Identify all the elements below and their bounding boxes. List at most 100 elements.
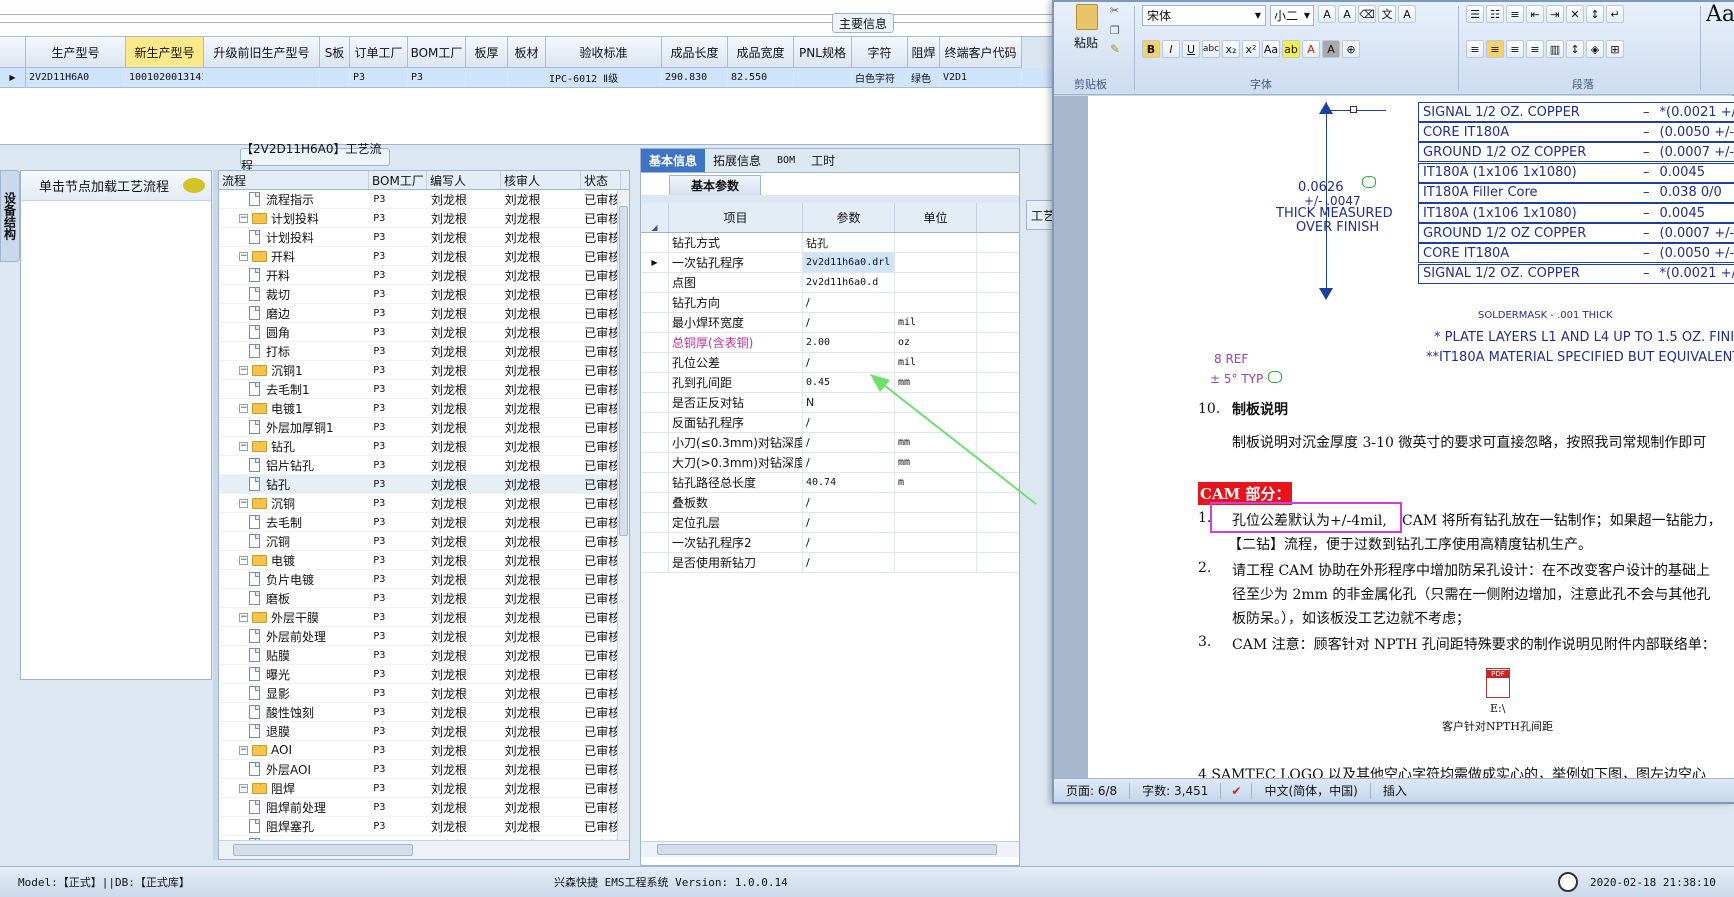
tree-node[interactable]: 沉铜 [219,533,368,550]
tree-row[interactable]: − 电镀1 P3 刘龙根 刘龙根 已审核 [219,399,619,418]
param-value[interactable]: / [803,533,895,552]
justify-icon[interactable]: ≡ [1526,40,1544,58]
column-header[interactable]: PNL规格 [794,37,852,68]
column-header[interactable]: 新生产型号 [126,37,204,68]
tree-node[interactable]: 负片电镀 [219,571,368,588]
bold-icon[interactable]: B [1142,40,1160,58]
param-value[interactable]: 2v2d11h6a0.d [803,273,895,292]
underline-icon[interactable]: U [1182,40,1200,58]
params-hscroll[interactable] [641,841,1019,857]
column-header[interactable]: 成品长度 [662,37,728,68]
cell[interactable]: 2V2D11H6A0 [26,68,126,87]
param-value[interactable]: / [803,553,895,572]
cell[interactable]: 绿色 [908,68,940,87]
tree-node[interactable]: − 电镀 [219,552,368,569]
tree-hscroll[interactable] [219,840,629,859]
tree-row[interactable]: 阻焊前处理 P3 刘龙根 刘龙根 已审核 [219,798,619,817]
cell[interactable]: 白色字符 [852,68,908,87]
paste-icon[interactable] [1076,4,1098,30]
column-header[interactable]: 终端客户代码 [940,37,1022,68]
tree-row[interactable]: 阻焊塞孔 P3 刘龙根 刘龙根 已审核 [219,817,619,836]
tree-row[interactable]: 显影 P3 刘龙根 刘龙根 已审核 [219,684,619,703]
tree-row[interactable]: 退膜 P3 刘龙根 刘龙根 已审核 [219,722,619,741]
tree-node[interactable]: 去毛制1 [219,381,368,398]
pdf-attachment-icon[interactable]: PDF [1486,668,1510,698]
tree-column-header[interactable]: BOM工厂 [369,171,427,189]
params-row[interactable]: 总铜厚(含表铜) 2.00 oz [641,333,1019,353]
tree-node[interactable]: 磨板 [219,590,368,607]
collapse-icon[interactable]: − [239,441,248,451]
tree-node[interactable]: 磨边 [219,305,368,322]
params-column-header[interactable]: 参数 [803,203,895,232]
tree-node[interactable]: 去毛制 [219,514,368,531]
shading-icon[interactable]: ◈ [1586,40,1604,58]
strikethrough-icon[interactable]: abc [1202,40,1220,58]
tree-row[interactable]: − 沉铜 P3 刘龙根 刘龙根 已审核 [219,494,619,513]
tree-row[interactable]: 酸性蚀刻 P3 刘龙根 刘龙根 已审核 [219,703,619,722]
char-border-icon[interactable]: A [1398,5,1416,23]
tree-row[interactable]: 沉铜 P3 刘龙根 刘龙根 已审核 [219,532,619,551]
copy-icon[interactable]: ❐ [1110,24,1120,37]
word-count[interactable]: 字数: 3,451 [1142,782,1208,799]
tree-row[interactable]: 裁切 P3 刘龙根 刘龙根 已审核 [219,285,619,304]
multilevel-list-icon[interactable]: ≡ [1506,5,1524,23]
tree-node[interactable]: 曝光 [219,666,368,683]
tree-node[interactable]: 铝片钻孔 [219,457,368,474]
tree-node[interactable]: 打标 [219,343,368,360]
param-value[interactable]: 2.00 [803,333,895,352]
tree-row[interactable]: 圆角 P3 刘龙根 刘龙根 已审核 [219,323,619,342]
decrease-indent-icon[interactable]: ⇤ [1526,5,1544,23]
tree-row[interactable]: 去毛制1 P3 刘龙根 刘龙根 已审核 [219,380,619,399]
params-row[interactable]: 钻孔方式 钻孔 [641,233,1019,253]
bullets-icon[interactable]: ☰ [1466,5,1484,23]
change-case-icon[interactable]: Aa [1262,40,1280,58]
line-spacing-icon[interactable]: ↕ [1566,40,1584,58]
column-header[interactable]: S板 [320,37,350,68]
tree-node[interactable]: 外层前处理 [219,628,368,645]
tree-row[interactable]: − AOI P3 刘龙根 刘龙根 已审核 [219,741,619,760]
tree-node[interactable]: − 电镀1 [219,400,368,417]
numbering-icon[interactable]: ☷ [1486,5,1504,23]
tree-row[interactable]: 曝光 P3 刘龙根 刘龙根 已审核 [219,665,619,684]
distributed-icon[interactable]: ▥ [1546,40,1564,58]
tree-row[interactable]: 开料 P3 刘龙根 刘龙根 已审核 [219,266,619,285]
tree-row[interactable]: 磨边 P3 刘龙根 刘龙根 已审核 [219,304,619,323]
highlight-icon[interactable]: ab [1282,40,1300,58]
collapse-icon[interactable]: − [239,555,248,565]
tab-2[interactable]: BOM [769,149,803,172]
tree-column-header[interactable]: 编写人 [427,171,501,189]
tree-node[interactable]: 阻焊塞孔 [219,818,368,835]
format-painter-icon[interactable]: ✎ [1110,42,1120,56]
document-page[interactable]: 0.0626 +/- .0047 THICK MEASURED OVER FIN… [1088,96,1734,778]
tree-node[interactable]: 退膜 [219,723,368,740]
param-value[interactable]: 2v2d11h6a0.drl [803,253,895,272]
cell[interactable]: 82.550 [728,68,794,87]
tree-node[interactable]: − 阻焊 [219,780,368,797]
tree-row[interactable]: 铝片钻孔 P3 刘龙根 刘龙根 已审核 [219,456,619,475]
collapse-icon[interactable]: − [239,498,248,508]
cut-icon[interactable]: ✂ [1110,4,1119,17]
tree-node[interactable]: 开料 [219,267,368,284]
column-header[interactable]: 板材 [508,37,546,68]
tab-3[interactable]: 工时 [803,149,843,172]
tree-row[interactable]: 外层加厚铜1 P3 刘龙根 刘龙根 已审核 [219,418,619,437]
tree-node[interactable]: 裁切 [219,286,368,303]
cell[interactable]: P3 [350,68,408,87]
tree-row[interactable]: 贴膜 P3 刘龙根 刘龙根 已审核 [219,646,619,665]
tree-row[interactable]: 计划投料 P3 刘龙根 刘龙根 已审核 [219,228,619,247]
collapse-icon[interactable]: − [239,612,248,622]
tree-row[interactable]: − 外层干膜 P3 刘龙根 刘龙根 已审核 [219,608,619,627]
language-indicator[interactable]: 中文(简体，中国) [1264,782,1357,799]
params-row[interactable]: ▶ 一次钻孔程序 2v2d11h6a0.drl [641,253,1019,273]
tree-row[interactable]: 流程指示 P3 刘龙根 刘龙根 已审核 [219,190,619,209]
tree-node[interactable]: − 计划投料 [219,210,368,227]
style-preview[interactable]: Aa [1706,2,1734,27]
tree-node[interactable]: 外层加厚铜1 [219,419,368,436]
params-row[interactable]: 一次钻孔程序2/ [641,533,1019,553]
tree-node[interactable]: − 开料 [219,248,368,265]
tab-0[interactable]: 基本信息 [641,149,706,172]
show-marks-icon[interactable]: ↵ [1606,5,1624,23]
tree-row[interactable]: 去毛制 P3 刘龙根 刘龙根 已审核 [219,513,619,532]
increase-indent-icon[interactable]: ⇥ [1546,5,1564,23]
collapse-icon[interactable]: − [239,213,248,223]
